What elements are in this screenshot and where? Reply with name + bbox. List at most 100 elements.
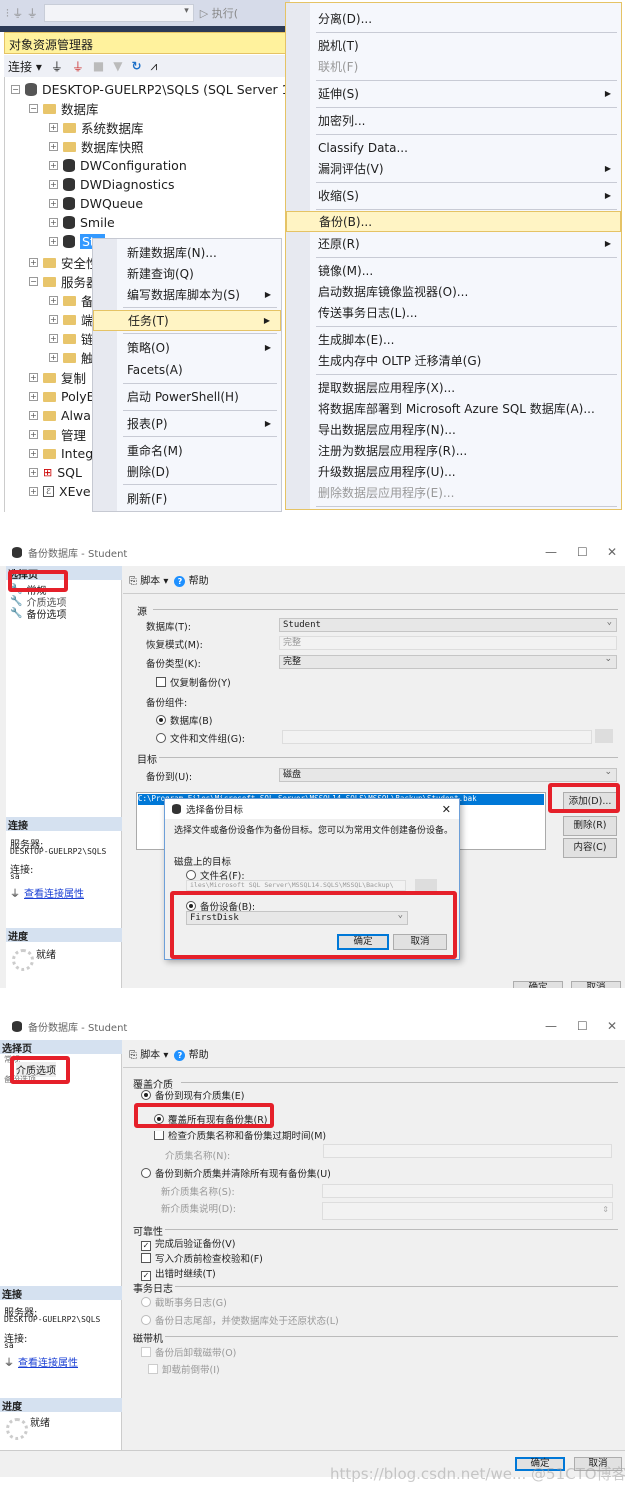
collapse-icon[interactable]: − — [29, 277, 38, 286]
collapse-icon[interactable]: − — [11, 85, 20, 94]
menu-item-rename[interactable]: 重命名(M) — [93, 440, 281, 461]
script-button[interactable]: ⎘ 脚本 ▾ — [129, 1046, 168, 1061]
close-button[interactable]: ✕ — [607, 1019, 617, 1033]
menu-item-delete[interactable]: 删除(D) — [93, 461, 281, 482]
stop-icon[interactable]: ■ — [93, 59, 104, 73]
copy-only-checkbox[interactable]: 仅复制备份(Y) — [156, 675, 231, 689]
expand-icon[interactable]: + — [49, 161, 58, 170]
menu-item-facets[interactable]: Facets(A) — [93, 359, 281, 380]
menu-item-encrypt-columns[interactable]: 加密列... — [286, 110, 621, 131]
tree-node[interactable]: + DWQueue — [49, 194, 143, 213]
expand-icon[interactable]: + — [49, 142, 58, 151]
expand-icon[interactable]: + — [49, 199, 58, 208]
expand-icon[interactable]: + — [49, 218, 58, 227]
filter-icon[interactable]: ▼ — [113, 59, 122, 73]
menu-item-extract-dac[interactable]: 提取数据层应用程序(X)... — [286, 377, 621, 398]
backup-type-select[interactable]: 完整 — [279, 653, 617, 669]
tree-node[interactable]: + Integ — [29, 444, 93, 463]
menu-item-policies[interactable]: 策略(O) ▶ — [93, 337, 281, 358]
tree-node[interactable]: + DWConfiguration — [49, 156, 187, 175]
help-button[interactable]: ? 帮助 — [174, 1046, 209, 1061]
menu-item-mirror[interactable]: 镜像(M)... — [286, 260, 621, 281]
menu-item-stretch[interactable]: 延伸(S) ▶ — [286, 83, 621, 104]
menu-item-powershell[interactable]: 启动 PowerShell(H) — [93, 386, 281, 407]
expand-icon[interactable]: + — [29, 258, 38, 267]
tree-node[interactable]: + 系统数据库 — [49, 118, 144, 137]
script-button[interactable]: ⎘ 脚本 ▾ — [129, 572, 168, 587]
tree-node[interactable]: + ℰ XEve — [29, 482, 91, 501]
menu-item-backup[interactable]: 备份(B)... — [286, 211, 621, 232]
verify-checkbox[interactable]: ✓ 完成后验证备份(V) — [141, 1236, 235, 1251]
menu-item-register-dac[interactable]: 注册为数据层应用程序(R)... — [286, 440, 621, 461]
menu-item-script-database[interactable]: 编写数据库脚本为(S) ▶ — [93, 284, 281, 305]
menu-item-upgrade-dac[interactable]: 升级数据层应用程序(U)... — [286, 461, 621, 482]
menu-item-refresh[interactable]: 刷新(F) — [93, 488, 281, 509]
expand-icon[interactable]: + — [29, 373, 38, 382]
expand-icon[interactable]: + — [29, 411, 38, 420]
plug-icon[interactable]: ⫶ ⏚ ⏚ — [6, 5, 38, 21]
disconnect-icon[interactable]: ⏚ — [72, 58, 84, 75]
menu-item-restore[interactable]: 还原(R) ▶ — [286, 233, 621, 254]
tree-node[interactable]: + 触 — [49, 348, 94, 367]
menu-item-new-query[interactable]: 新建查询(Q) — [93, 263, 281, 284]
expand-icon[interactable]: + — [29, 449, 38, 458]
server-node[interactable]: − DESKTOP-GUELRP2\SQLS (SQL Server 14.0 — [11, 80, 310, 99]
expand-icon[interactable]: + — [29, 468, 38, 477]
expand-icon[interactable]: + — [29, 430, 38, 439]
menu-item-classify-data[interactable]: Classify Data... — [286, 137, 621, 158]
tree-node[interactable]: + DWDiagnostics — [49, 175, 175, 194]
view-connection-properties[interactable]: ⏚ 查看连接属性 — [10, 885, 84, 900]
menu-item-detach[interactable]: 分离(D)... — [286, 8, 621, 29]
expand-icon[interactable]: + — [49, 353, 58, 362]
tree-node[interactable]: + 复制 — [29, 368, 86, 387]
expand-icon[interactable]: + — [49, 315, 58, 324]
refresh-icon[interactable]: ↻ — [131, 59, 141, 73]
tree-node[interactable]: + 备 — [49, 291, 94, 310]
menu-item-reports[interactable]: 报表(P) ▶ — [93, 413, 281, 434]
view-connection-properties[interactable]: ⏚ 查看连接属性 — [4, 1354, 78, 1369]
check-expiry-checkbox[interactable]: 检查介质集名称和备份集过期时间(M) — [154, 1131, 326, 1142]
tree-node[interactable]: + Smile — [49, 213, 115, 232]
component-database-radio[interactable]: 数据库(B) — [156, 713, 212, 727]
menu-item-deploy-azure[interactable]: 将数据库部署到 Microsoft Azure SQL 数据库(A)... — [286, 398, 621, 419]
cancel-button[interactable]: 取消 — [571, 981, 621, 988]
close-button[interactable]: ✕ — [607, 545, 617, 559]
expand-icon[interactable]: + — [29, 392, 38, 401]
menu-item-new-database[interactable]: 新建数据库(N)... — [93, 242, 281, 263]
ok-button[interactable]: 确定 — [513, 981, 563, 988]
tree-node[interactable]: + Alwa — [29, 406, 91, 425]
tree-node[interactable]: + 链 — [49, 329, 94, 348]
maximize-button[interactable]: ☐ — [577, 1019, 588, 1033]
expand-icon[interactable]: + — [49, 334, 58, 343]
menu-item-generate-scripts[interactable]: 生成脚本(E)... — [286, 329, 621, 350]
tree-node[interactable]: + 安全性 — [29, 253, 99, 272]
minimize-button[interactable]: — — [545, 545, 557, 559]
database-select[interactable]: Student — [279, 616, 617, 632]
connect-icon[interactable]: ⏚ — [51, 58, 63, 75]
tree-node[interactable]: + PolyB — [29, 387, 95, 406]
subdialog-close-button[interactable]: ✕ — [442, 803, 451, 816]
backup-to-select[interactable]: 磁盘 — [279, 766, 617, 782]
continue-on-error-checkbox[interactable]: ✓ 出错时继续(T) — [141, 1266, 216, 1281]
connect-button[interactable]: 连接 ▾ — [8, 58, 42, 75]
menu-item-export-dac[interactable]: 导出数据层应用程序(N)... — [286, 419, 621, 440]
maximize-button[interactable]: ☐ — [577, 545, 588, 559]
new-media-radio[interactable]: 备份到新介质集并清除所有现有备份集(U) — [141, 1166, 331, 1180]
collapse-icon[interactable]: − — [29, 104, 38, 113]
tree-node[interactable]: + 管理 — [29, 425, 86, 444]
menu-item-shrink[interactable]: 收缩(S) ▶ — [286, 185, 621, 206]
menu-item-log-shipping[interactable]: 传送事务日志(L)... — [286, 302, 621, 323]
database-combo[interactable] — [43, 4, 194, 22]
remove-destination-button[interactable]: 删除(R) — [563, 816, 617, 836]
component-files-radio[interactable]: 文件和文件组(G): — [156, 731, 245, 745]
help-button[interactable]: ? 帮助 — [174, 572, 209, 587]
minimize-button[interactable]: — — [545, 1019, 557, 1033]
menu-item-mirror-monitor[interactable]: 启动数据库镜像监视器(O)... — [286, 281, 621, 302]
menu-item-tasks[interactable]: 任务(T) ▶ — [93, 310, 281, 331]
tree-node[interactable]: − 服务器 — [29, 272, 99, 291]
execute-button[interactable]: ▷ 执行( — [200, 5, 238, 21]
existing-media-radio[interactable]: 备份到现有介质集(E) — [141, 1088, 244, 1102]
tree-node[interactable]: + ⊞ SQL — [29, 463, 82, 482]
expand-icon[interactable]: + — [49, 296, 58, 305]
expand-icon[interactable]: + — [49, 123, 58, 132]
